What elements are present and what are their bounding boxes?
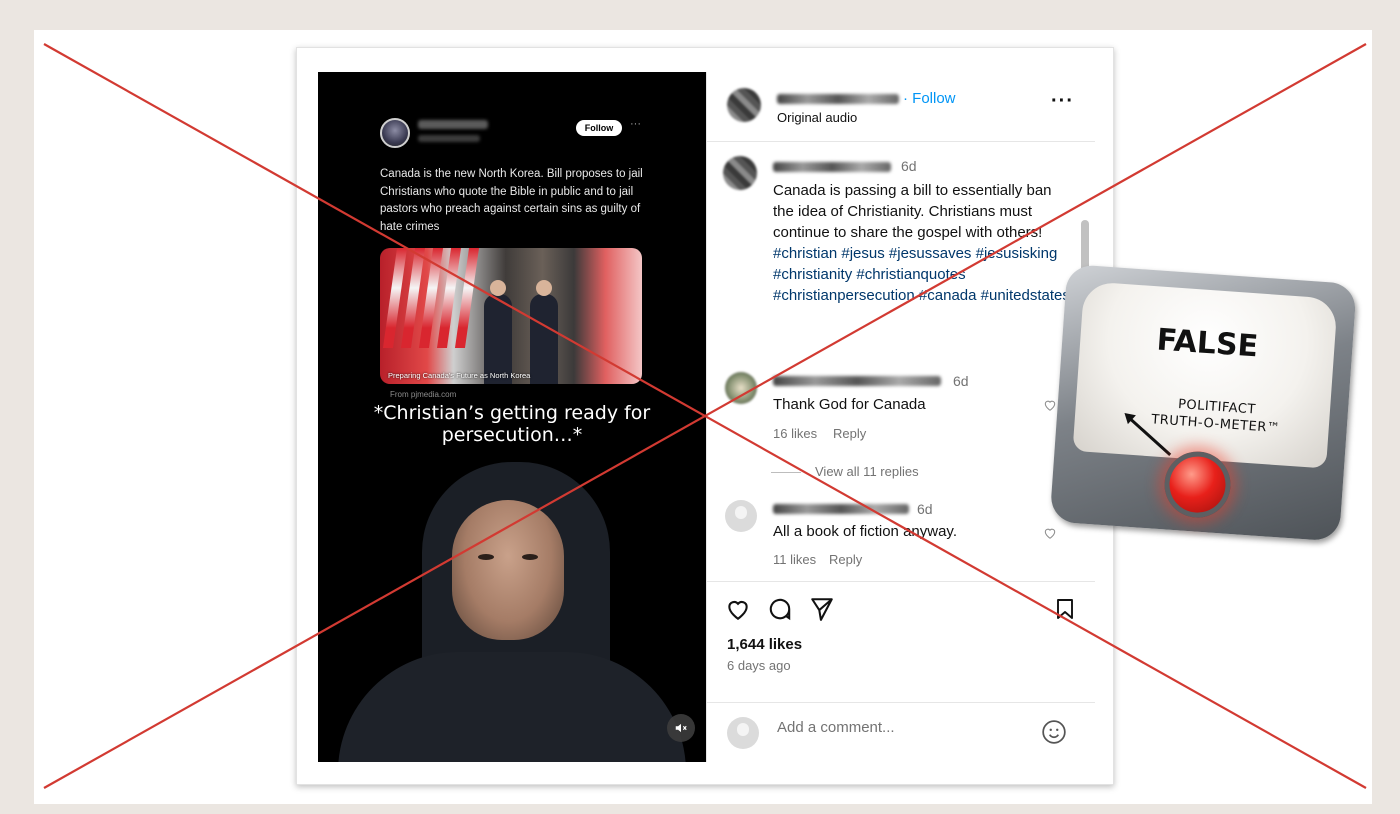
meter-brand: POLITIFACT TRUTH-O-METER™ <box>1130 393 1302 439</box>
tweet-more-icon: ··· <box>630 118 641 130</box>
comment-like-heart-icon[interactable] <box>1043 526 1057 540</box>
author-name-blurred[interactable] <box>777 94 899 104</box>
meter-frame: FALSE POLITIFACT TRUTH-O-METER™ <box>1049 263 1357 542</box>
viewer-avatar <box>727 717 759 749</box>
speaker-muted-icon[interactable] <box>667 714 695 742</box>
tweet-header: Follow ··· <box>380 118 641 148</box>
caption-time: 6d <box>901 158 917 174</box>
comment-likes[interactable]: 16 likes <box>773 426 817 441</box>
likes-count[interactable]: 1,644 likes <box>727 636 802 653</box>
comment-author-name-blurred[interactable] <box>773 376 941 386</box>
original-audio-link[interactable]: Original audio <box>777 110 857 125</box>
comment-time: 6d <box>953 373 969 389</box>
save-bookmark-icon[interactable] <box>1053 596 1077 622</box>
caption-text: Canada is passing a bill to essentially … <box>773 180 1073 306</box>
comment-reply-button[interactable]: Reply <box>833 426 866 441</box>
comment-text: Thank God for Canada <box>773 396 926 413</box>
rating-label: FALSE <box>1155 322 1260 365</box>
comments-list[interactable]: 6d Canada is passing a bill to essential… <box>707 142 1095 582</box>
tweet-link-source: From pjmedia.com <box>390 390 457 399</box>
comment-avatar-blurred[interactable] <box>725 372 757 404</box>
comment-avatar-default[interactable] <box>725 500 757 532</box>
share-paper-plane-icon[interactable] <box>809 596 835 622</box>
truth-o-meter-badge: FALSE POLITIFACT TRUTH-O-METER™ <box>1049 263 1363 548</box>
add-comment-bar <box>707 702 1095 762</box>
comment-like-heart-icon[interactable] <box>1043 398 1057 412</box>
author-avatar-blurred[interactable] <box>727 88 761 122</box>
comment-likes[interactable]: 11 likes <box>773 552 816 567</box>
caption-author-name-blurred[interactable] <box>773 162 891 172</box>
post-header: · Follow Original audio ··· <box>707 72 1095 142</box>
video-overlay-text: *Christian’s getting ready for persecuti… <box>373 402 651 446</box>
tweet-text: Canada is the new North Korea. Bill prop… <box>380 168 643 233</box>
comment-time: 6d <box>917 501 933 517</box>
more-options-icon[interactable]: ··· <box>1051 90 1074 113</box>
video-person-image <box>318 452 706 762</box>
comment-reply-button[interactable]: Reply <box>829 552 862 567</box>
reel-video[interactable]: Follow ··· Canada is the new North Korea… <box>318 72 706 762</box>
caption-hashtags[interactable]: #christian #jesus #jesussaves #jesusiski… <box>773 245 1070 304</box>
add-comment-input[interactable] <box>777 719 1017 736</box>
emoji-icon[interactable] <box>1041 719 1067 745</box>
tweet-author-handle-blurred <box>418 135 480 142</box>
post-actions-bar <box>725 596 1085 626</box>
comment-text: All a book of fiction anyway. <box>773 523 957 540</box>
tweet-link-image: Preparing Canada's Future as North Korea <box>380 248 642 384</box>
tweet-avatar <box>380 118 410 148</box>
meter-face: FALSE POLITIFACT TRUTH-O-METER™ <box>1072 281 1338 469</box>
tweet-image-caption: Preparing Canada's Future as North Korea <box>388 371 531 380</box>
comment-author-name-blurred[interactable] <box>773 504 909 514</box>
caption-body: Canada is passing a bill to essentially … <box>773 182 1052 241</box>
follow-button[interactable]: · Follow <box>903 90 956 107</box>
tweet-follow-button: Follow <box>576 120 622 136</box>
view-replies-button[interactable]: View all 11 replies <box>771 464 919 479</box>
post-side-panel: · Follow Original audio ··· 6d Canada is… <box>706 72 1095 762</box>
comment-bubble-icon[interactable] <box>767 596 793 622</box>
caption-author-avatar-blurred[interactable] <box>723 156 757 190</box>
tweet-author-name-blurred <box>418 120 488 129</box>
post-time-ago: 6 days ago <box>727 658 791 673</box>
like-heart-icon[interactable] <box>725 596 751 622</box>
